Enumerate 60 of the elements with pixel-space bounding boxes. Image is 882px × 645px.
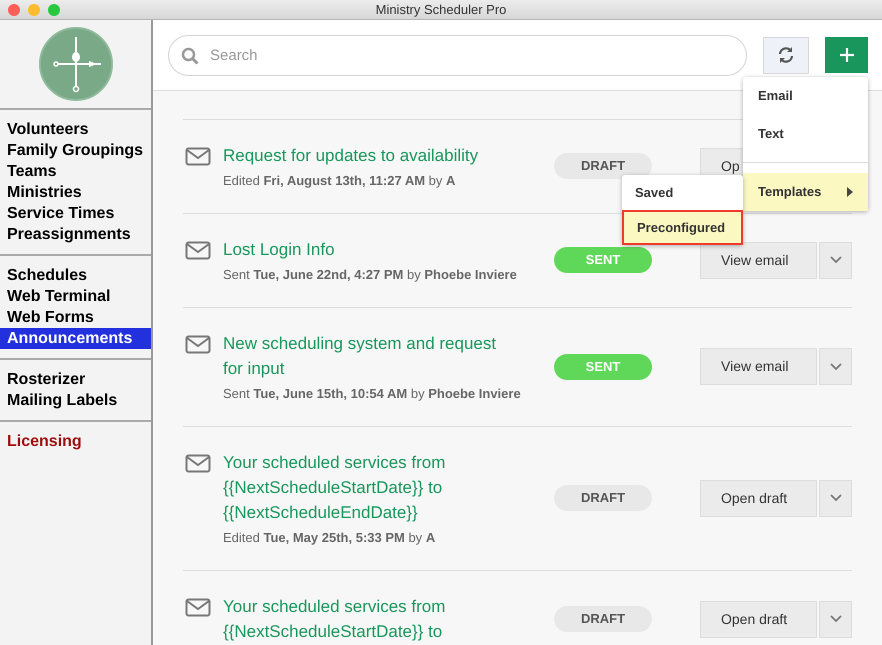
minimize-button[interactable] [28, 4, 40, 16]
clock-logo-icon [38, 27, 112, 101]
announcement-meta: Sent Tue, June 15th, 10:54 AM by Phoebe Inviere [223, 386, 521, 402]
sidebar-item[interactable]: Schedules [0, 265, 151, 286]
more-button[interactable] [819, 480, 852, 516]
refresh-icon [777, 46, 795, 64]
zoom-button[interactable] [48, 4, 60, 16]
chevron-down-icon [830, 494, 842, 502]
announcement-title[interactable]: Lost Login Info [223, 237, 513, 262]
sidebar-item[interactable]: Rosterizer [0, 369, 151, 390]
more-button[interactable] [819, 348, 852, 385]
caret-right-icon [847, 187, 853, 197]
menu-item[interactable]: Templates [743, 173, 868, 211]
refresh-button[interactable] [763, 36, 809, 74]
status-badge: SENT [554, 354, 652, 380]
add-button[interactable] [825, 37, 868, 73]
sidebar-item[interactable]: Family Groupings [0, 140, 151, 161]
announcement-meta: Edited Tue, May 25th, 5:33 PM by A [223, 530, 436, 546]
sidebar-item[interactable]: Volunteers [0, 119, 151, 140]
announcement-title[interactable]: New scheduling system and request for input [223, 331, 513, 381]
search-field[interactable]: Search [168, 34, 747, 76]
sidebar-item[interactable]: Mailing Labels [0, 390, 151, 411]
status-badge: DRAFT [554, 485, 652, 511]
sidebar-item[interactable]: Announcements [0, 328, 151, 349]
submenu-item[interactable]: Preconfigured [622, 210, 743, 245]
plus-icon [838, 47, 854, 63]
chevron-down-icon [830, 256, 842, 264]
more-button[interactable] [819, 242, 852, 278]
sidebar-item[interactable]: Preassignments [0, 224, 151, 245]
envelope-icon [185, 454, 211, 473]
announcement-title[interactable]: Your scheduled services from {{NextScheduleStartDate}} to [223, 594, 513, 644]
sidebar-item[interactable]: Web Forms [0, 307, 151, 328]
menu-item[interactable]: Text [743, 115, 868, 153]
sidebar-item[interactable]: Service Times [0, 203, 151, 224]
action-button[interactable]: View email [700, 242, 817, 278]
status-badge: DRAFT [554, 153, 652, 179]
announcement-meta: Edited Fri, August 13th, 11:27 AM by A [223, 173, 456, 189]
status-badge: SENT [554, 247, 652, 273]
sidebar-item[interactable]: Licensing [0, 431, 151, 452]
announcement-title[interactable]: Request for updates to availability [223, 143, 513, 168]
menu-item[interactable]: Email [743, 77, 868, 115]
status-badge: DRAFT [554, 606, 652, 632]
envelope-icon [185, 335, 211, 354]
envelope-icon [185, 147, 211, 166]
action-button[interactable]: Open draft [700, 480, 817, 516]
window-title: Ministry Scheduler Pro [376, 0, 506, 19]
announcement-title[interactable]: Your scheduled services from {{NextScheduleStartDate}} to {{NextScheduleEndDate}} [223, 450, 513, 525]
chevron-down-icon [830, 362, 842, 370]
envelope-icon [185, 241, 211, 260]
action-button[interactable]: Open draft [700, 600, 817, 638]
sidebar-item[interactable]: Teams [0, 161, 151, 182]
sidebar-item[interactable]: Web Terminal [0, 286, 151, 307]
announcement-meta: Sent Tue, June 22nd, 4:27 PM by Phoebe Inviere [223, 267, 517, 283]
envelope-icon [185, 598, 211, 617]
action-button[interactable]: View email [700, 348, 817, 385]
more-button[interactable] [819, 600, 852, 638]
chevron-down-icon [830, 615, 842, 623]
search-icon [181, 46, 199, 64]
close-button[interactable] [8, 4, 20, 16]
sidebar-item[interactable]: Ministries [0, 182, 151, 203]
